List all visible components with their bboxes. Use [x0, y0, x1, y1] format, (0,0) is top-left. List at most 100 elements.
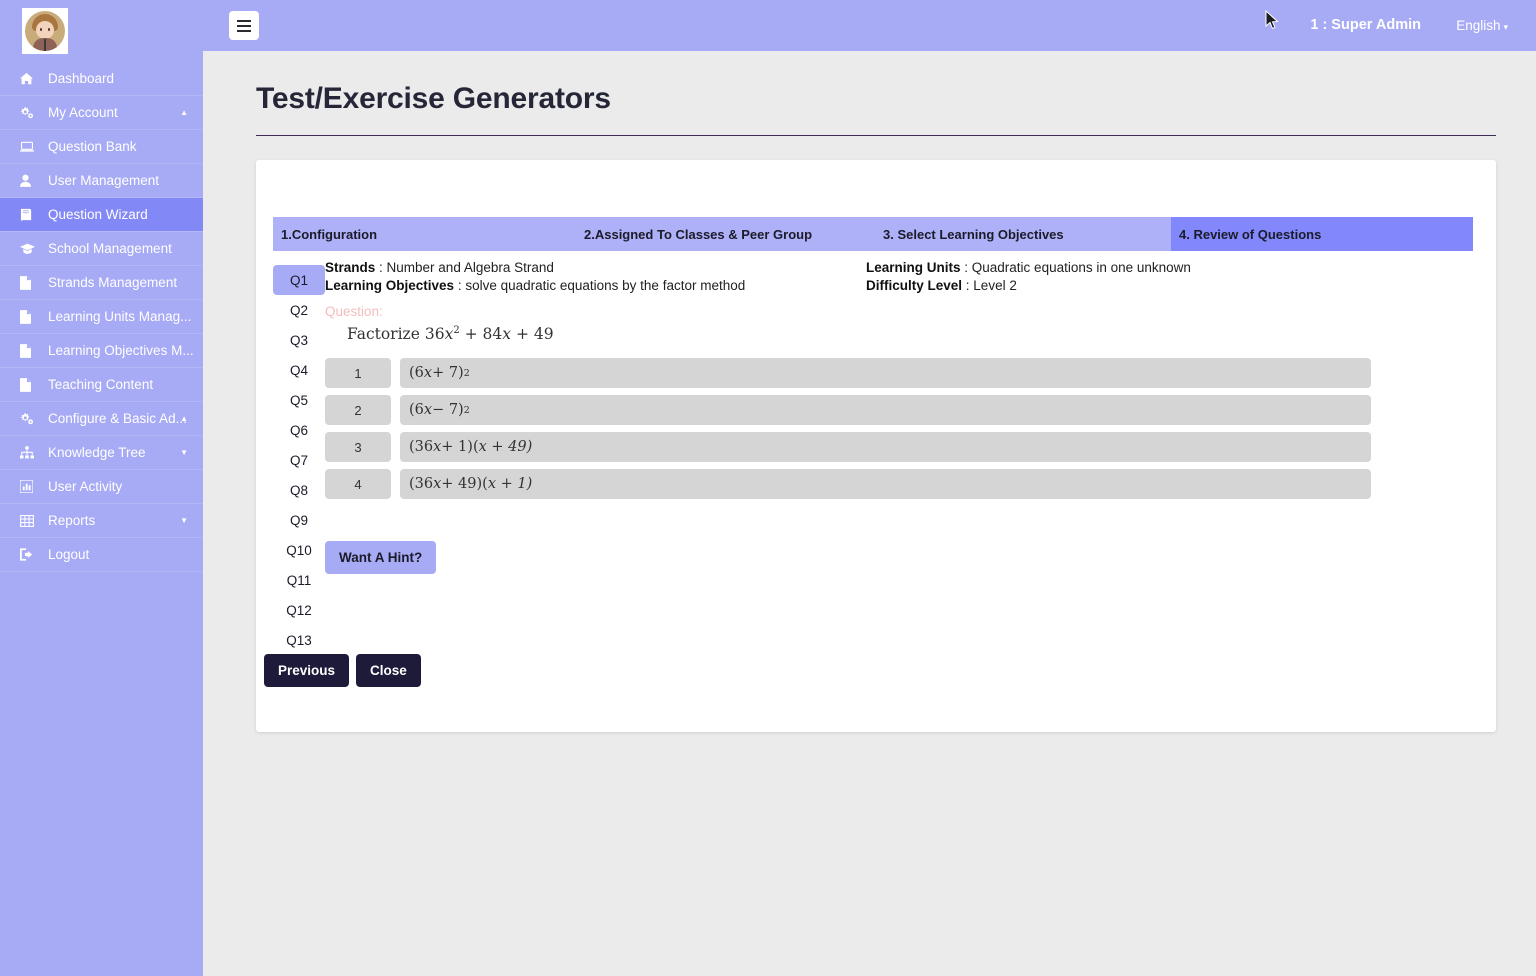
- opt-mid: + 1)(: [441, 439, 479, 455]
- avatar-eye-right: [48, 28, 50, 31]
- sidebar-item-reports[interactable]: Reports ▼: [0, 504, 203, 538]
- question-nav-item[interactable]: Q6: [273, 415, 325, 445]
- sidebar-item-label: Learning Objectives M...: [48, 343, 194, 358]
- answer-option-number: 1: [325, 358, 391, 388]
- prompt-coef-2: 84: [482, 325, 503, 344]
- sidebar-item-user-activity[interactable]: User Activity: [0, 470, 203, 504]
- book-icon: [20, 208, 42, 221]
- answer-option-text: (36 x + 1)(x + 49): [400, 432, 1371, 462]
- sidebar-item-my-account[interactable]: My Account ▲: [0, 96, 203, 130]
- question-nav-item[interactable]: Q5: [273, 385, 325, 415]
- sidebar-item-question-bank[interactable]: Question Bank: [0, 130, 203, 164]
- sidebar-item-teaching-content[interactable]: Teaching Content: [0, 368, 203, 402]
- wizard-tab-2[interactable]: 2.Assigned To Classes & Peer Group: [576, 217, 875, 251]
- sidebar-item-label: Learning Units Manag...: [48, 309, 192, 324]
- question-nav-item[interactable]: Q1: [273, 265, 325, 295]
- answer-option[interactable]: 1 (6 x + 7) 2: [325, 358, 1371, 388]
- wizard-tab-1[interactable]: 1.Configuration: [273, 217, 576, 251]
- question-nav-item[interactable]: Q4: [273, 355, 325, 385]
- sidebar-item-label: School Management: [48, 241, 172, 256]
- sidebar-item-logout[interactable]: Logout: [0, 538, 203, 572]
- sidebar-item-strands-management[interactable]: Strands Management: [0, 266, 203, 300]
- gears-icon: [20, 412, 42, 425]
- page-title: Test/Exercise Generators: [256, 82, 611, 115]
- avatar-container: [0, 0, 203, 62]
- file-icon: [20, 309, 42, 324]
- home-icon: [20, 72, 42, 85]
- wizard-footer-buttons: Previous Close: [264, 654, 421, 687]
- sidebar-item-dashboard[interactable]: Dashboard: [0, 62, 203, 96]
- wizard-steps-tabbar: 1.Configuration 2.Assigned To Classes & P…: [273, 217, 1473, 251]
- difficulty-label: Difficulty Level: [866, 278, 963, 293]
- question-heading: Question:: [325, 304, 383, 319]
- question-nav-item[interactable]: Q8: [273, 475, 325, 505]
- prompt-var-2: x: [502, 325, 512, 344]
- chevron-up-icon: ▲: [180, 413, 188, 423]
- opt-tail: x + 1): [487, 476, 533, 492]
- answer-option[interactable]: 2 (6 x − 7) 2: [325, 395, 1371, 425]
- sidebar-item-user-management[interactable]: User Management: [0, 164, 203, 198]
- sidebar-item-question-wizard[interactable]: Question Wizard: [0, 198, 203, 232]
- prompt-var-1: x: [444, 325, 454, 344]
- title-divider: [256, 135, 1496, 136]
- prompt-op-2: +: [511, 325, 534, 344]
- answer-option-text: (6 x + 7) 2: [400, 358, 1371, 388]
- sidebar-item-label: User Management: [48, 173, 160, 188]
- opt-mid: − 7): [432, 402, 464, 418]
- answer-option-number: 4: [325, 469, 391, 499]
- question-nav-item[interactable]: Q7: [273, 445, 325, 475]
- topbar: 1 : Super Admin English ▾: [203, 0, 1536, 51]
- strands-label: Strands: [325, 260, 376, 275]
- sidebar-item-label: My Account: [48, 105, 118, 120]
- want-a-hint-button[interactable]: Want A Hint?: [325, 541, 437, 574]
- hamburger-icon[interactable]: [229, 11, 259, 40]
- file-icon: [20, 377, 42, 392]
- avatar[interactable]: [22, 8, 68, 54]
- sidebar-item-configure-basic-ad[interactable]: Configure & Basic Ad... ▲: [0, 402, 203, 436]
- wizard-tab-label: 3. Select Learning Objectives: [883, 226, 1064, 242]
- wizard-card: 1.Configuration 2.Assigned To Classes & P…: [256, 160, 1496, 732]
- sidebar-item-learning-objectives-m[interactable]: Learning Objectives M...: [0, 334, 203, 368]
- question-nav-item[interactable]: Q3: [273, 325, 325, 355]
- learning-units-value: : Quadratic equations in one unknown: [964, 260, 1191, 275]
- sidebar-item-label: Reports: [48, 513, 96, 528]
- learning-objectives-label: Learning Objectives: [325, 278, 455, 293]
- prompt-coef-1: 36: [424, 325, 445, 344]
- answer-option-number: 2: [325, 395, 391, 425]
- wizard-tab-4[interactable]: 4. Review of Questions: [1171, 217, 1473, 251]
- gears-icon: [20, 106, 42, 119]
- mouse-cursor: [1265, 9, 1279, 35]
- question-nav-item[interactable]: Q11: [273, 565, 325, 595]
- table-icon: [20, 514, 42, 527]
- strands-value: : Number and Algebra Strand: [379, 260, 554, 275]
- sidebar-item-label: User Activity: [48, 479, 123, 494]
- sidebar-item-knowledge-tree[interactable]: Knowledge Tree ▼: [0, 436, 203, 470]
- answer-option[interactable]: 4 (36 x + 49)(x + 1): [325, 469, 1371, 499]
- opt-open: (36: [409, 439, 434, 455]
- meta-row-2: Learning Objectives : solve quadratic eq…: [325, 278, 1478, 296]
- previous-button[interactable]: Previous: [264, 654, 350, 687]
- chevron-down-icon: ▼: [180, 447, 188, 457]
- question-nav-item[interactable]: Q10: [273, 535, 325, 565]
- answer-option-text: (36 x + 49)(x + 1): [400, 469, 1371, 499]
- sidebar-item-school-management[interactable]: School Management: [0, 232, 203, 266]
- wizard-tab-3[interactable]: 3. Select Learning Objectives: [875, 217, 1171, 251]
- sidebar: Dashboard My Account ▲ Question Bank User Ma…: [0, 0, 203, 976]
- question-nav-item[interactable]: Q2: [273, 295, 325, 325]
- sidebar-item-label: Teaching Content: [48, 377, 154, 392]
- meta-row-1: Strands : Number and Algebra Strand Lear…: [325, 260, 1478, 278]
- opt-mid: + 7): [432, 365, 464, 381]
- opt-open: (6: [409, 365, 424, 381]
- file-icon: [20, 343, 42, 358]
- prompt-prefix: Factorize: [347, 325, 425, 344]
- language-selector[interactable]: English ▾: [1456, 18, 1508, 33]
- wizard-tab-label: 2.Assigned To Classes & Peer Group: [584, 226, 813, 242]
- close-button[interactable]: Close: [356, 654, 421, 687]
- question-nav-item[interactable]: Q12: [273, 595, 325, 625]
- question-nav-item[interactable]: Q13: [273, 625, 325, 655]
- answer-option[interactable]: 3 (36 x + 1)(x + 49): [325, 432, 1371, 462]
- question-nav-item[interactable]: Q9: [273, 505, 325, 535]
- sidebar-item-learning-units-manag[interactable]: Learning Units Manag...: [0, 300, 203, 334]
- opt-var: x: [433, 439, 442, 455]
- difficulty-value: : Level 2: [965, 278, 1017, 293]
